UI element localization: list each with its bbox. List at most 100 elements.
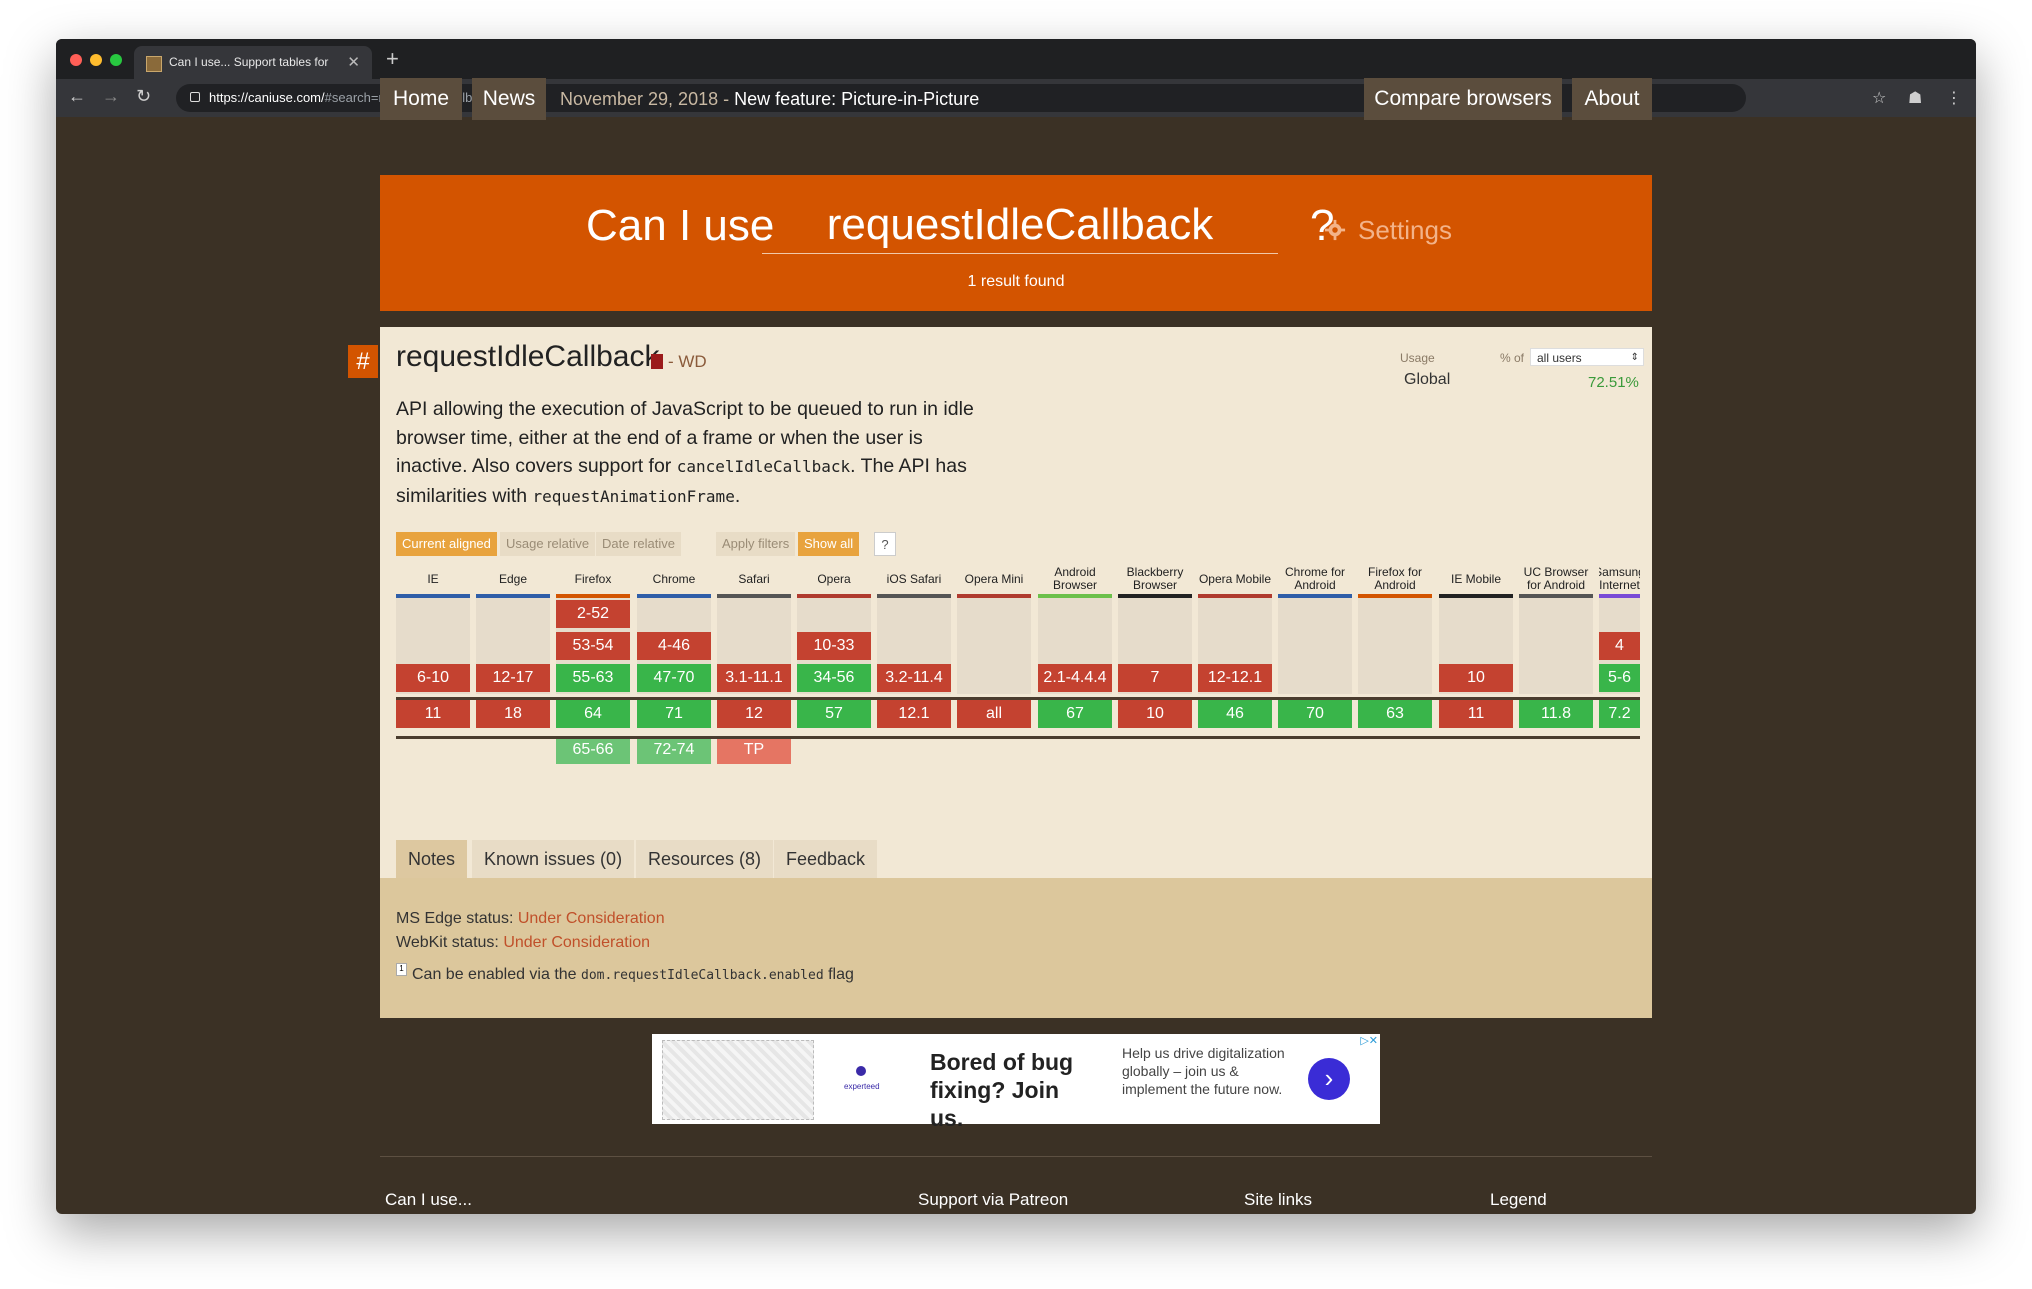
browser-header[interactable]: Samsung Internet (1599, 562, 1640, 596)
browser-tab[interactable]: Can I use... Support tables for ✕ (134, 46, 372, 79)
search-input[interactable]: requestIdleCallback (762, 197, 1278, 254)
footer-patreon[interactable]: Support via Patreon (918, 1190, 1068, 1210)
browser-header[interactable]: IE (396, 562, 470, 596)
version-cell[interactable]: 4-46 (637, 632, 711, 660)
url-host: https://caniuse.com/ (209, 90, 325, 105)
address-toolbar: ← → ↻ https://caniuse.com/#search=reques… (56, 79, 1976, 117)
help-button[interactable]: ? (874, 532, 896, 556)
version-column (1519, 598, 1593, 694)
feature-description: API allowing the execution of JavaScript… (396, 395, 996, 511)
maximize-window-icon[interactable] (110, 54, 122, 66)
show-all-button[interactable]: Show all (798, 532, 860, 556)
ad-close-icon[interactable]: ▷✕ (1360, 1034, 1378, 1047)
gear-icon[interactable] (1324, 219, 1346, 241)
forward-arrow-icon[interactable]: → (102, 86, 120, 107)
tab-known-issues[interactable]: Known issues (0) (472, 840, 635, 878)
edge-status-label: MS Edge status: (396, 910, 514, 927)
nav-home[interactable]: Home (380, 78, 462, 120)
footnote-text: Can be enabled via the dom.requestIdleCa… (412, 966, 854, 984)
footnote-code: dom.requestIdleCallback.enabled (581, 968, 824, 983)
global-label: Global (1404, 371, 1451, 388)
current-version-row (396, 697, 1640, 739)
version-cell[interactable]: 3.1-11.1 (717, 664, 791, 692)
version-cell[interactable]: 53-54 (556, 632, 630, 660)
browser-header[interactable]: Opera (797, 562, 871, 596)
feature-anchor[interactable]: # (348, 345, 378, 378)
date-relative-button[interactable]: Date relative (596, 532, 681, 556)
browser-header[interactable]: Opera Mobile (1198, 562, 1272, 596)
bookmark-star-icon[interactable]: ☆ (1872, 88, 1886, 108)
version-cell[interactable]: 10 (1439, 664, 1513, 692)
usage-label: Usage (1400, 351, 1435, 365)
version-cell[interactable]: 10-33 (797, 632, 871, 660)
version-cell[interactable]: 7 (1118, 664, 1192, 692)
version-cell[interactable]: 12-17 (476, 664, 550, 692)
close-tab-icon[interactable]: ✕ (347, 53, 360, 71)
footnote-post: flag (823, 966, 854, 983)
pct-of-label: % of (1500, 351, 1525, 365)
version-cell[interactable]: 65-66 (556, 736, 630, 764)
current-aligned-button[interactable]: Current aligned (396, 532, 497, 556)
desc-text-3: . (734, 484, 741, 507)
spec-document-icon[interactable] (651, 354, 663, 369)
version-column (1278, 598, 1352, 694)
spec-status: - WD (668, 352, 707, 371)
new-tab-icon[interactable]: + (386, 46, 399, 72)
browser-header[interactable]: Firefox for Android (1358, 562, 1432, 596)
ad-subtext: Help us drive digitalization globally – … (1122, 1045, 1285, 1097)
browser-header[interactable]: UC Browser for Android (1519, 562, 1593, 596)
webkit-status-label: WebKit status: (396, 934, 499, 951)
version-cell[interactable]: 12-12.1 (1198, 664, 1272, 692)
version-cell[interactable]: 2-52 (556, 600, 630, 628)
version-cell[interactable]: 72-74 (637, 736, 711, 764)
nav-about[interactable]: About (1572, 78, 1652, 120)
version-cell[interactable]: 5-6 (1599, 664, 1640, 692)
users-select[interactable]: all users ⇕ (1530, 348, 1644, 366)
tab-notes[interactable]: Notes (396, 840, 468, 878)
version-cell[interactable]: 3.2-11.4 (877, 664, 951, 692)
desc-code-1: cancelIdleCallback (676, 457, 851, 476)
ad-banner[interactable]: experteed Bored of bug fixing? Join us. … (652, 1034, 1380, 1131)
nav-news[interactable]: News (472, 78, 546, 120)
version-cell[interactable]: 34-56 (797, 664, 871, 692)
browser-header[interactable]: Blackberry Browser (1118, 562, 1192, 596)
back-arrow-icon[interactable]: ← (68, 86, 86, 107)
tab-feedback[interactable]: Feedback (774, 840, 878, 878)
nav-compare-browsers[interactable]: Compare browsers (1364, 78, 1562, 120)
apply-filters-button[interactable]: Apply filters (716, 532, 796, 556)
version-cell[interactable]: 47-70 (637, 664, 711, 692)
browser-header[interactable]: Edge (476, 562, 550, 596)
version-cell[interactable]: 4 (1599, 632, 1640, 660)
global-usage-value: 72.51% (1588, 374, 1639, 391)
browser-header[interactable]: Safari (717, 562, 791, 596)
reload-icon[interactable]: ↻ (136, 86, 151, 107)
browser-header[interactable]: IE Mobile (1439, 562, 1513, 596)
incognito-icon[interactable]: ☗ (1908, 88, 1922, 108)
news-link[interactable]: New feature: Picture-in-Picture (734, 89, 979, 109)
tab-title: Can I use... Support tables for (169, 55, 329, 69)
footer-legend[interactable]: Legend (1490, 1190, 1547, 1210)
minimize-window-icon[interactable] (90, 54, 102, 66)
browser-header[interactable]: iOS Safari (877, 562, 951, 596)
footer-sitelinks[interactable]: Site links (1244, 1190, 1312, 1210)
brand-name: experteed (844, 1082, 880, 1091)
usage-relative-button[interactable]: Usage relative (500, 532, 596, 556)
browser-header[interactable]: Android Browser (1038, 562, 1112, 596)
ad-arrow-button[interactable]: › (1308, 1058, 1350, 1100)
browser-header[interactable]: Opera Mini (957, 562, 1031, 596)
footer-canuse[interactable]: Can I use... (385, 1190, 472, 1210)
version-cell[interactable]: 55-63 (556, 664, 630, 692)
settings-button[interactable]: Settings (1358, 215, 1452, 246)
tab-resources[interactable]: Resources (8) (636, 840, 774, 878)
browser-header[interactable]: Chrome for Android (1278, 562, 1352, 596)
close-window-icon[interactable] (70, 54, 82, 66)
browser-header[interactable]: Firefox (556, 562, 630, 596)
browser-header[interactable]: Chrome (637, 562, 711, 596)
version-cell[interactable]: 6-10 (396, 664, 470, 692)
menu-kebab-icon[interactable]: ⋮ (1946, 88, 1962, 108)
version-cell[interactable]: TP (717, 736, 791, 764)
handshake-image (662, 1040, 814, 1120)
edge-status-link[interactable]: Under Consideration (518, 910, 665, 927)
version-cell[interactable]: 2.1-4.4.4 (1038, 664, 1112, 692)
webkit-status-link[interactable]: Under Consideration (503, 934, 650, 951)
